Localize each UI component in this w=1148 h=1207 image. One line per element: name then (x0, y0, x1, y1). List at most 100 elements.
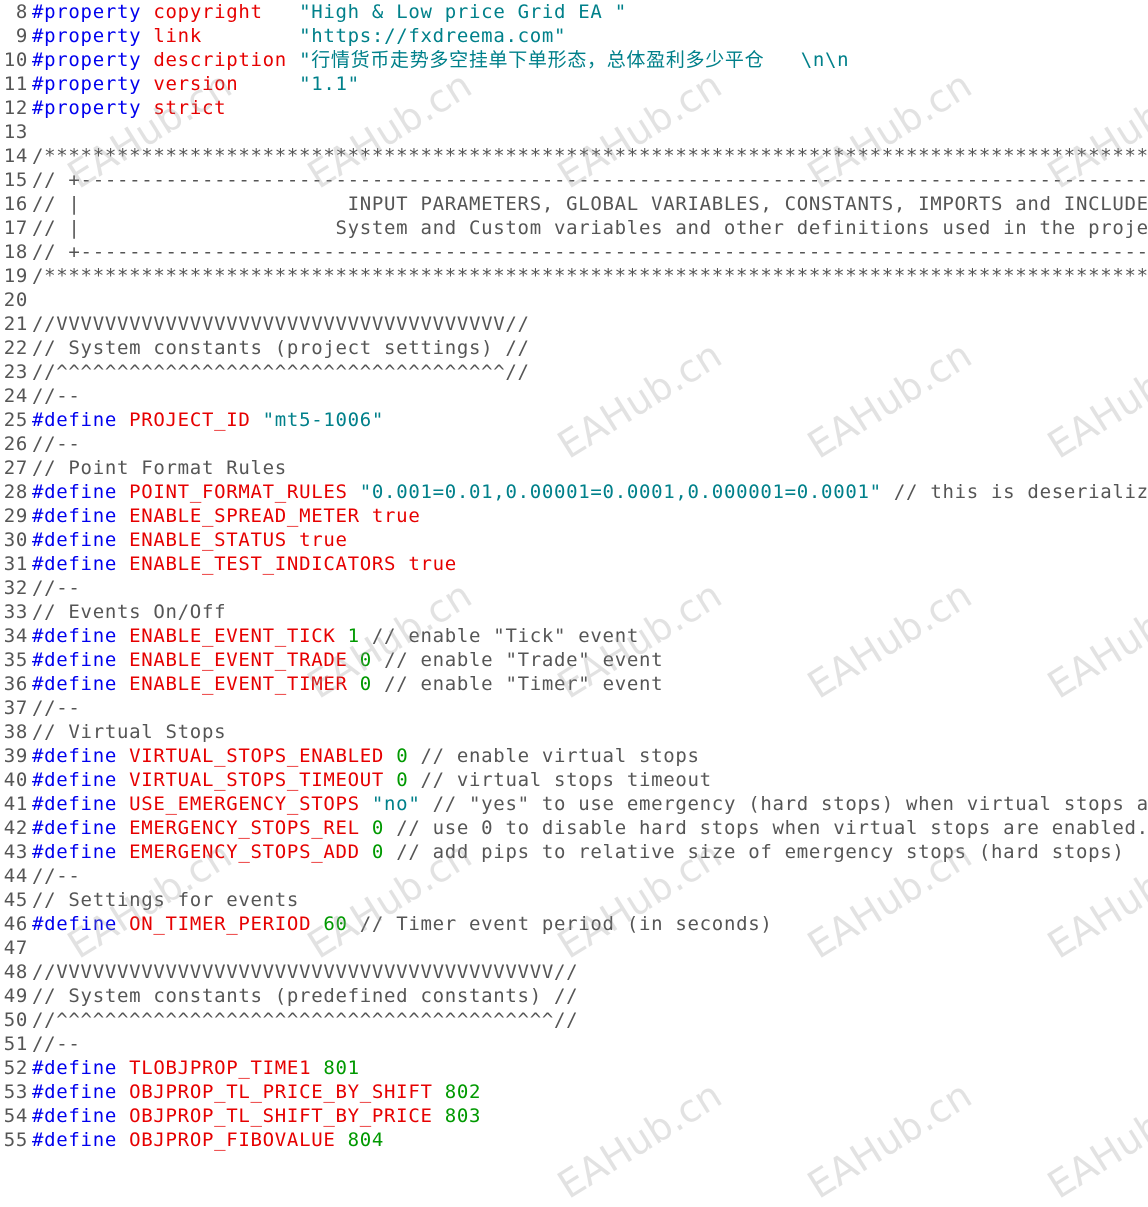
line-number: 55 (3, 1129, 28, 1151)
code-line[interactable]: 33// Events On/Off (0, 600, 226, 624)
code-token: #define (32, 1105, 117, 1127)
code-line[interactable]: 15// +----------------------------------… (0, 168, 1148, 192)
code-line[interactable]: 28 #define POINT_FORMAT_RULES "0.001=0.01… (0, 480, 1148, 504)
code-text: #define VIRTUAL_STOPS_TIMEOUT 0 // virtu… (28, 769, 712, 791)
code-token: #define (32, 745, 117, 767)
code-line[interactable]: 46 #define ON_TIMER_PERIOD 60 // Timer ev… (0, 912, 773, 936)
code-text: #define OBJPROP_TL_PRICE_BY_SHIFT 802 (28, 1081, 481, 1103)
code-line[interactable]: 47 (0, 936, 32, 960)
code-line[interactable]: 50//^^^^^^^^^^^^^^^^^^^^^^^^^^^^^^^^^^^^… (0, 1008, 578, 1032)
code-line[interactable]: 26//-- (0, 432, 81, 456)
code-text: /***************************************… (28, 145, 1148, 167)
line-number: 24 (3, 385, 28, 407)
code-editor[interactable]: 8 #property copyright "High & Low price G… (0, 0, 1148, 1152)
code-token: /***************************************… (32, 265, 1148, 287)
code-token: // enable "Trade" event (384, 649, 664, 671)
code-text: //-- (28, 385, 81, 407)
code-line[interactable]: 51//-- (0, 1032, 81, 1056)
code-line[interactable]: 48//VVVVVVVVVVVVVVVVVVVVVVVVVVVVVVVVVVVV… (0, 960, 578, 984)
code-line[interactable]: 53 #define OBJPROP_TL_PRICE_BY_SHIFT 802 (0, 1080, 481, 1104)
line-number: 29 (3, 505, 28, 527)
code-line[interactable]: 20 (0, 288, 32, 312)
code-token: ENABLE_EVENT_TICK (129, 625, 336, 647)
code-token: // enable "Timer" event (384, 673, 664, 695)
code-token: OBJPROP_FIBOVALUE (129, 1129, 336, 1151)
code-line[interactable]: 22// System constants (project settings)… (0, 336, 530, 360)
code-line[interactable]: 16// | INPUT PARAMETERS, GLOBAL VARIABLE… (0, 192, 1148, 216)
code-token: ENABLE_STATUS (129, 529, 287, 551)
code-line[interactable]: 29 #define ENABLE_SPREAD_METER true (0, 504, 420, 528)
code-token: POINT_FORMAT_RULES (129, 481, 348, 503)
code-token: OBJPROP_TL_SHIFT_BY_PRICE (129, 1105, 433, 1127)
code-line[interactable]: 52 #define TLOBJPROP_TIME1 801 (0, 1056, 360, 1080)
code-line[interactable]: 14/*************************************… (0, 144, 1148, 168)
code-line[interactable]: 42 #define EMERGENCY_STOPS_REL 0 // use 0… (0, 816, 1148, 840)
code-text: #property description "行情货币走势多空挂单下单形态，总体… (28, 49, 849, 71)
code-line[interactable]: 43 #define EMERGENCY_STOPS_ADD 0 // add p… (0, 840, 1125, 864)
code-token: ENABLE_EVENT_TRADE (129, 649, 348, 671)
code-token: // Point Format Rules (32, 457, 287, 479)
code-text: // Settings for events (28, 889, 299, 911)
code-line[interactable]: 40 #define VIRTUAL_STOPS_TIMEOUT 0 // vir… (0, 768, 712, 792)
code-line[interactable]: 23//^^^^^^^^^^^^^^^^^^^^^^^^^^^^^^^^^^^^… (0, 360, 530, 384)
code-line[interactable]: 12 #property strict (0, 96, 226, 120)
code-token: ON_TIMER_PERIOD (129, 913, 312, 935)
code-line[interactable]: 11 #property version "1.1" (0, 72, 360, 96)
code-token: //VVVVVVVVVVVVVVVVVVVVVVVVVVVVVVVVVVVVVV… (32, 961, 579, 983)
code-line[interactable]: 17// | System and Custom variables and o… (0, 216, 1148, 240)
code-line[interactable]: 25 #define PROJECT_ID "mt5-1006" (0, 408, 384, 432)
code-line[interactable]: 21//VVVVVVVVVVVVVVVVVVVVVVVVVVVVVVVVVVVV… (0, 312, 530, 336)
code-line[interactable]: 34 #define ENABLE_EVENT_TICK 1 // enable … (0, 624, 639, 648)
code-token: "mt5-1006" (262, 409, 385, 431)
line-number: 43 (3, 841, 28, 863)
code-line[interactable]: 54 #define OBJPROP_TL_SHIFT_BY_PRICE 803 (0, 1104, 481, 1128)
code-token: // Virtual Stops (32, 721, 227, 743)
code-line[interactable]: 32//-- (0, 576, 81, 600)
code-line[interactable]: 45// Settings for events (0, 888, 299, 912)
code-line[interactable]: 24//-- (0, 384, 81, 408)
code-line[interactable]: 39 #define VIRTUAL_STOPS_ENABLED 0 // ena… (0, 744, 700, 768)
code-line[interactable]: 36 #define ENABLE_EVENT_TIMER 0 // enable… (0, 672, 663, 696)
code-line[interactable]: 13 (0, 120, 32, 144)
code-token: 801 (323, 1057, 360, 1079)
code-text: #define USE_EMERGENCY_STOPS "no" // "yes… (28, 793, 1148, 815)
code-token: #define (32, 409, 117, 431)
code-line[interactable]: 55 #define OBJPROP_FIBOVALUE 804 (0, 1128, 384, 1152)
code-line[interactable]: 37//-- (0, 696, 81, 720)
code-token: /***************************************… (32, 145, 1148, 167)
code-token: // +------------------------------------… (32, 169, 1148, 191)
code-text: #define ENABLE_SPREAD_METER true (28, 505, 420, 527)
code-text: #define TLOBJPROP_TIME1 801 (28, 1057, 360, 1079)
code-line[interactable]: 10 #property description "行情货币走势多空挂单下单形态，… (0, 48, 849, 72)
code-text: #define VIRTUAL_STOPS_ENABLED 0 // enabl… (28, 745, 700, 767)
code-text: /***************************************… (28, 265, 1148, 287)
code-line[interactable]: 31 #define ENABLE_TEST_INDICATORS true (0, 552, 457, 576)
code-line[interactable]: 44//-- (0, 864, 81, 888)
code-line[interactable]: 49// System constants (predefined consta… (0, 984, 578, 1008)
code-line[interactable]: 38// Virtual Stops (0, 720, 226, 744)
code-line[interactable]: 19/*************************************… (0, 264, 1148, 288)
code-token: "行情货币走势多空挂单下单形态，总体盈利多少平仓 \n\n (299, 49, 850, 71)
code-line[interactable]: 18// +----------------------------------… (0, 240, 1148, 264)
code-line[interactable]: 8 #property copyright "High & Low price G… (0, 0, 627, 24)
line-number: 45 (3, 889, 28, 911)
code-text: //^^^^^^^^^^^^^^^^^^^^^^^^^^^^^^^^^^^^^/… (28, 361, 530, 383)
code-line[interactable]: 27// Point Format Rules (0, 456, 287, 480)
code-line[interactable]: 9 #property link "https://fxdreema.com" (0, 24, 566, 48)
code-line[interactable]: 35 #define ENABLE_EVENT_TRADE 0 // enable… (0, 648, 663, 672)
code-token: 803 (444, 1105, 482, 1127)
code-line[interactable]: 41 #define USE_EMERGENCY_STOPS "no" // "y… (0, 792, 1148, 816)
code-line[interactable]: 30 #define ENABLE_STATUS true (0, 528, 348, 552)
